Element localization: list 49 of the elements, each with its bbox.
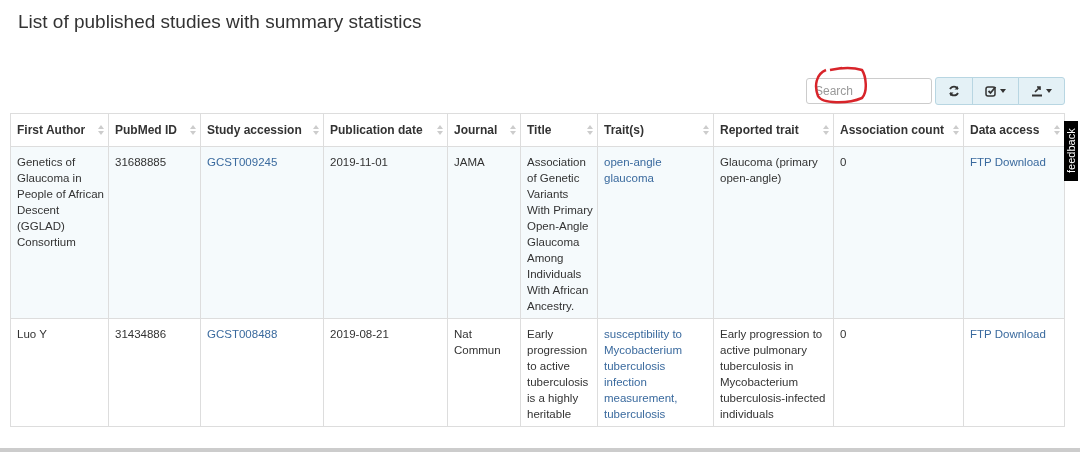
- sort-icon: [437, 125, 443, 135]
- caret-icon: [1000, 89, 1006, 93]
- column-header[interactable]: Journal: [447, 113, 521, 147]
- column-header[interactable]: Data access: [963, 113, 1065, 147]
- table-cell-text: Association of Genetic Variants With Primary Open-Angle Glaucoma Among Individuals With African Ancestry.: [527, 155, 594, 314]
- page-title: List of published studies with summary statistics: [17, 10, 423, 34]
- sort-icon: [953, 125, 959, 135]
- table-link[interactable]: FTP Download: [970, 154, 1061, 170]
- table-cell-text: 0: [840, 327, 848, 342]
- table-cell-text: Nat Commun: [454, 327, 502, 358]
- refresh-icon: [948, 85, 960, 97]
- column-header[interactable]: Publication date: [323, 113, 448, 147]
- table-cell-text: Early progression to active pulmonary tuberculosis in Mycobacterium tuberculosis-infected individuals: [720, 327, 827, 422]
- column-header[interactable]: First Author: [10, 113, 109, 147]
- sort-icon: [823, 125, 829, 135]
- column-header[interactable]: Reported trait: [713, 113, 834, 147]
- table-cell-text: Glaucoma (primary open-angle): [720, 155, 819, 186]
- sort-icon: [98, 125, 104, 135]
- table-cell-text: 2019-08-21: [330, 327, 390, 342]
- sort-icon: [510, 125, 516, 135]
- export-icon: [1031, 85, 1043, 97]
- column-header[interactable]: Title: [520, 113, 598, 147]
- column-header[interactable]: Association count: [833, 113, 964, 147]
- table-cell-text: 2019-11-01: [330, 155, 389, 170]
- table-cell-text: 0: [840, 155, 848, 170]
- table-link[interactable]: FTP Download: [970, 326, 1061, 342]
- checkbox-icon: [985, 85, 997, 97]
- export-button[interactable]: [1018, 77, 1065, 105]
- table-cell-text: Genetics of Glaucoma in People of African Descent (GGLAD) Consortium: [17, 155, 105, 250]
- table-link[interactable]: GCST008488: [207, 326, 320, 342]
- sort-icon: [1054, 125, 1060, 135]
- table-cell-text: Early progression to active tuberculosis is a highly heritable: [527, 327, 590, 422]
- table-cell-text: Luo Y: [17, 327, 48, 342]
- table-link[interactable]: open-angle glaucoma: [604, 154, 710, 186]
- refresh-button[interactable]: [935, 77, 973, 105]
- column-header[interactable]: Study accession: [200, 113, 324, 147]
- table-cell-text: 31434886: [115, 327, 168, 342]
- table-cell-text: 31688885: [115, 155, 168, 170]
- sort-icon: [703, 125, 709, 135]
- sort-icon: [587, 125, 593, 135]
- feedback-tab[interactable]: feedback: [1064, 121, 1078, 181]
- sort-icon: [190, 125, 196, 135]
- column-header[interactable]: Trait(s): [597, 113, 714, 147]
- column-header[interactable]: PubMed ID: [108, 113, 201, 147]
- table-cell-text: JAMA: [454, 155, 486, 170]
- table-link[interactable]: GCST009245: [207, 154, 320, 170]
- sort-icon: [313, 125, 319, 135]
- columns-button[interactable]: [972, 77, 1019, 105]
- caret-icon: [1046, 89, 1052, 93]
